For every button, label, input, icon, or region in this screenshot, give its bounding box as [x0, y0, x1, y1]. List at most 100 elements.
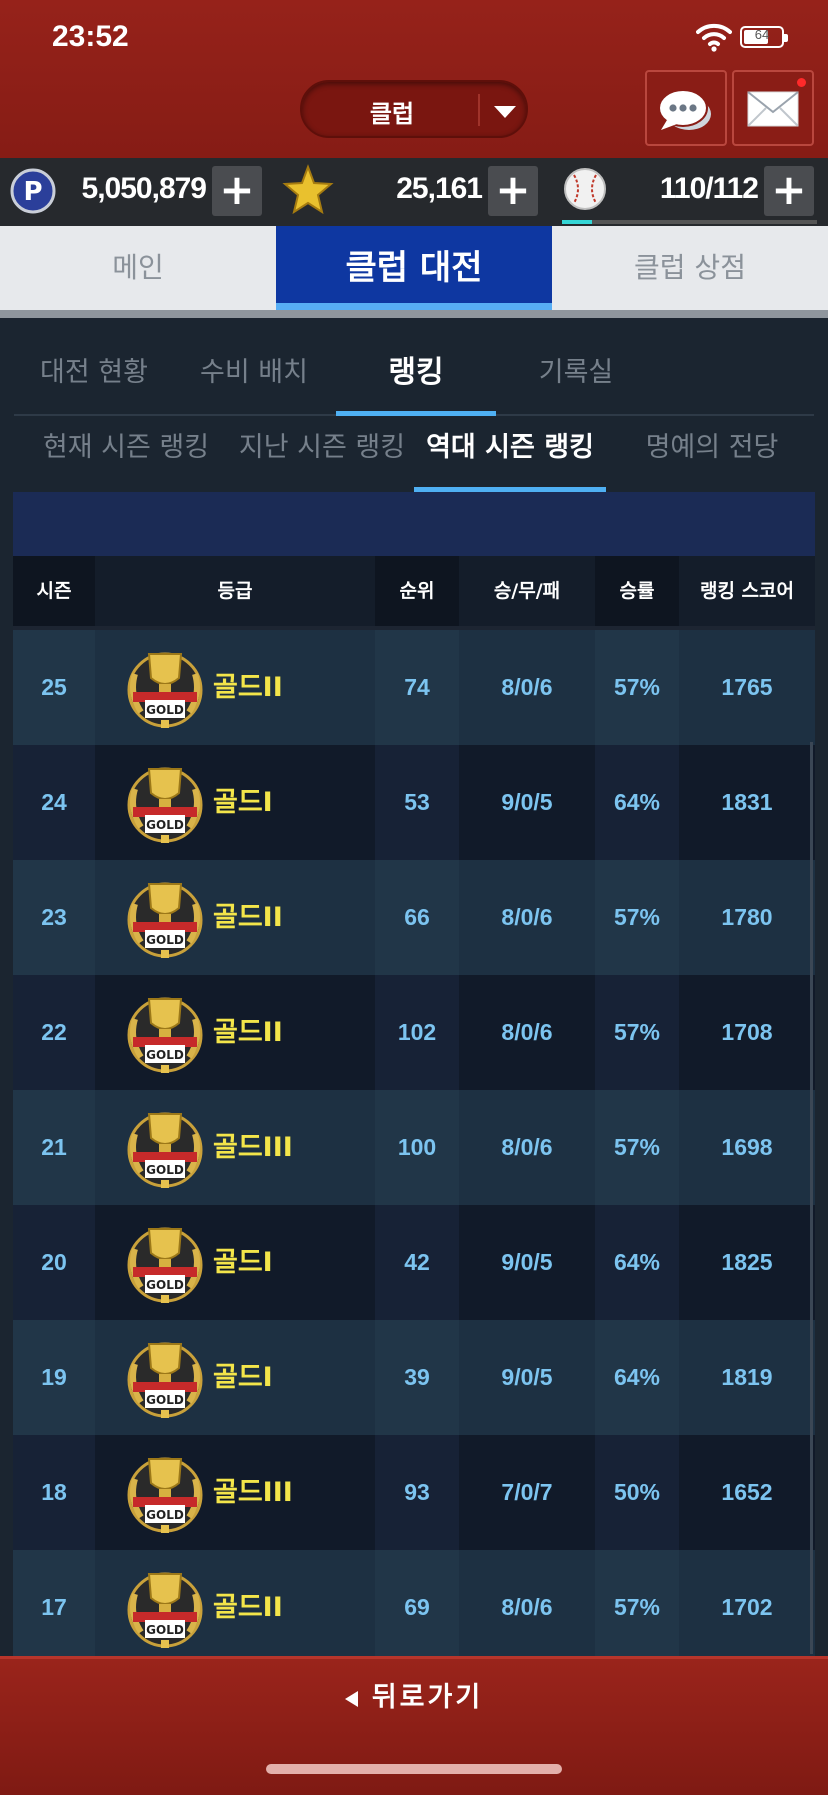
tab-last-season[interactable]: 지난 시즌 랭킹 — [224, 420, 420, 492]
record-cell: 8/0/6 — [459, 860, 595, 975]
season-cell: 25 — [41, 674, 67, 700]
header-season: 시즌 — [36, 580, 72, 602]
svg-text:GOLD: GOLD — [146, 1508, 184, 1522]
record-cell: 8/0/6 — [459, 1090, 595, 1205]
grade-name: 골드II — [213, 902, 283, 933]
gold-trophy-emblem-icon: GOLD — [127, 652, 203, 728]
grade-name: 골드II — [213, 672, 283, 703]
rank-cell: 42 — [404, 1249, 430, 1275]
season-cell: 17 — [41, 1594, 67, 1620]
rank-cell: 93 — [404, 1479, 430, 1505]
svg-text:P: P — [23, 177, 42, 207]
balls-progress-bar — [562, 220, 817, 224]
win-rate-cell: 64% — [613, 1364, 661, 1390]
svg-text:GOLD: GOLD — [146, 1623, 184, 1637]
ranking-score-cell: 1765 — [679, 630, 815, 745]
bottom-bar: 뒤로가기 — [0, 1656, 828, 1795]
mail-button[interactable] — [732, 70, 814, 146]
tab-all-seasons[interactable]: 역대 시즌 랭킹 — [414, 420, 606, 492]
tab-ranking[interactable]: 랭킹 — [336, 348, 496, 416]
header-win-rate: 승률 — [619, 580, 655, 602]
win-rate-cell: 64% — [613, 1249, 661, 1275]
ranking-score-cell: 1819 — [679, 1320, 815, 1435]
balls-value: 110/112 — [659, 172, 759, 205]
gold-trophy-emblem-icon: GOLD — [127, 1457, 203, 1533]
ranking-score-cell: 1652 — [679, 1435, 815, 1550]
win-rate-cell: 57% — [613, 1134, 661, 1160]
tab-hall-of-fame[interactable]: 명예의 전당 — [614, 420, 810, 492]
table-row[interactable]: 18 GOLD 골드III 93 7/0/7 50% 1652 — [13, 1435, 815, 1550]
back-label: 뒤로가기 — [371, 1682, 484, 1713]
ranking-table: 시즌 등급 순위 승/무/패 승률 랭킹 스코어 25 GOLD 골드II 74… — [13, 492, 815, 1656]
chat-bubble-icon — [658, 89, 711, 130]
win-rate-cell: 64% — [613, 789, 661, 815]
header-ranking-score: 랭킹 스코어 — [679, 556, 815, 626]
rank-cell: 100 — [397, 1134, 437, 1160]
add-points-button[interactable]: + — [212, 166, 262, 216]
home-indicator[interactable] — [266, 1764, 562, 1774]
points-value: 5,050,879 — [81, 172, 207, 205]
table-row[interactable]: 24 GOLD 골드I 53 9/0/5 64% 1831 — [13, 745, 815, 860]
win-rate-cell: 50% — [613, 1479, 661, 1505]
table-row[interactable]: 25 GOLD 골드II 74 8/0/6 57% 1765 — [13, 630, 815, 745]
rank-cell: 39 — [404, 1364, 430, 1390]
svg-text:GOLD: GOLD — [146, 703, 184, 717]
back-button[interactable]: 뒤로가기 — [0, 1675, 828, 1714]
season-cell: 20 — [41, 1249, 67, 1275]
table-header: 시즌 등급 순위 승/무/패 승률 랭킹 스코어 — [13, 556, 815, 626]
club-dropdown-label: 클럽 — [369, 100, 415, 128]
season-cell: 22 — [41, 1019, 67, 1045]
tab-defense-setup[interactable]: 수비 배치 — [174, 348, 334, 414]
table-row[interactable]: 21 GOLD 골드III 100 8/0/6 57% 1698 — [13, 1090, 815, 1205]
season-cell: 23 — [41, 904, 67, 930]
grade-name: 골드II — [213, 1017, 283, 1048]
grade-name: 골드I — [213, 787, 273, 818]
chevron-down-icon — [494, 106, 516, 118]
svg-text:GOLD: GOLD — [146, 1278, 184, 1292]
tab-main[interactable]: 메인 — [0, 226, 276, 310]
rank-cell: 102 — [397, 1019, 437, 1045]
table-row[interactable]: 23 GOLD 골드II 66 8/0/6 57% 1780 — [13, 860, 815, 975]
record-cell: 8/0/6 — [459, 975, 595, 1090]
record-cell: 8/0/6 — [459, 1550, 595, 1656]
battery-level: 64 — [754, 27, 770, 42]
svg-text:GOLD: GOLD — [146, 933, 184, 947]
add-stars-button[interactable]: + — [488, 166, 538, 216]
header-record: 승/무/패 — [459, 556, 595, 626]
tab-club-shop[interactable]: 클럽 상점 — [552, 226, 828, 310]
club-dropdown[interactable]: 클럽 — [300, 80, 528, 138]
gold-trophy-emblem-icon: GOLD — [127, 767, 203, 843]
ranking-score-cell: 1698 — [679, 1090, 815, 1205]
top-header: 23:52 64 클럽 — [0, 0, 828, 158]
record-cell: 7/0/7 — [459, 1435, 595, 1550]
win-rate-cell: 57% — [613, 674, 661, 700]
add-balls-button[interactable]: + — [764, 166, 814, 216]
grade-name: 골드II — [213, 1592, 283, 1623]
gold-trophy-emblem-icon: GOLD — [127, 1227, 203, 1303]
chat-button[interactable] — [645, 70, 727, 146]
baseball-icon — [564, 168, 606, 210]
tab-records[interactable]: 기록실 — [496, 348, 656, 414]
tab-club-battle[interactable]: 클럽 대전 — [276, 226, 552, 310]
svg-text:GOLD: GOLD — [146, 818, 184, 832]
rank-cell: 69 — [404, 1594, 430, 1620]
table-row[interactable]: 20 GOLD 골드I 42 9/0/5 64% 1825 — [13, 1205, 815, 1320]
star-icon — [282, 164, 334, 215]
svg-text:GOLD: GOLD — [146, 1393, 184, 1407]
season-cell: 21 — [41, 1134, 67, 1160]
tab-current-season[interactable]: 현재 시즌 랭킹 — [28, 420, 224, 492]
sub-tabs: 대전 현황 수비 배치 랭킹 기록실 — [14, 348, 814, 416]
scrollbar[interactable] — [810, 742, 813, 1654]
record-cell: 8/0/6 — [459, 630, 595, 745]
svg-text:GOLD: GOLD — [146, 1163, 184, 1177]
season-cell: 18 — [41, 1479, 67, 1505]
ranking-score-cell: 1831 — [679, 745, 815, 860]
table-row[interactable]: 19 GOLD 골드I 39 9/0/5 64% 1819 — [13, 1320, 815, 1435]
gold-trophy-emblem-icon: GOLD — [127, 1112, 203, 1188]
back-arrow-icon — [344, 1690, 358, 1707]
tab-battle-status[interactable]: 대전 현황 — [14, 348, 174, 414]
table-row[interactable]: 17 GOLD 골드II 69 8/0/6 57% 1702 — [13, 1550, 815, 1656]
gold-trophy-emblem-icon: GOLD — [127, 882, 203, 958]
main-tabs: 메인 클럽 대전 클럽 상점 — [0, 226, 828, 318]
table-row[interactable]: 22 GOLD 골드II 102 8/0/6 57% 1708 — [13, 975, 815, 1090]
